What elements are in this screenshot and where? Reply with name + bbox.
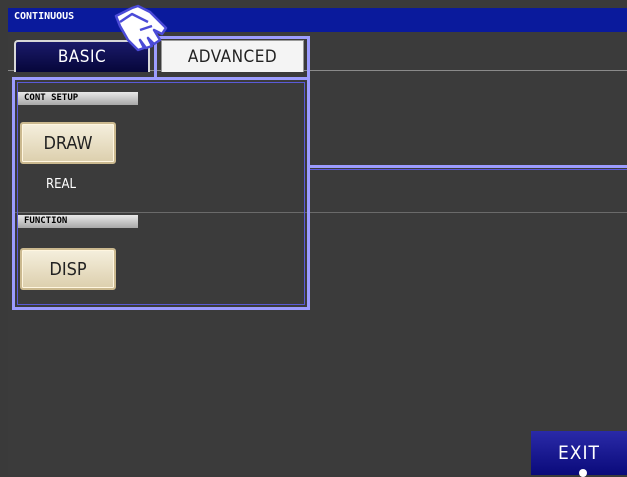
callout-line bbox=[310, 165, 627, 168]
highlight-frame bbox=[12, 77, 310, 310]
exit-button[interactable]: EXIT bbox=[531, 431, 627, 475]
window-title: CONTINUOUS bbox=[14, 11, 75, 22]
touch-indicator-dot bbox=[579, 469, 587, 477]
callout-line-shadow bbox=[310, 169, 627, 170]
pointing-hand-icon bbox=[114, 4, 168, 52]
main-screen: BASIC ADVANCED CONT SETUP DRAW REAL FUNC… bbox=[8, 32, 627, 477]
title-bar: CONTINUOUS bbox=[8, 8, 627, 32]
